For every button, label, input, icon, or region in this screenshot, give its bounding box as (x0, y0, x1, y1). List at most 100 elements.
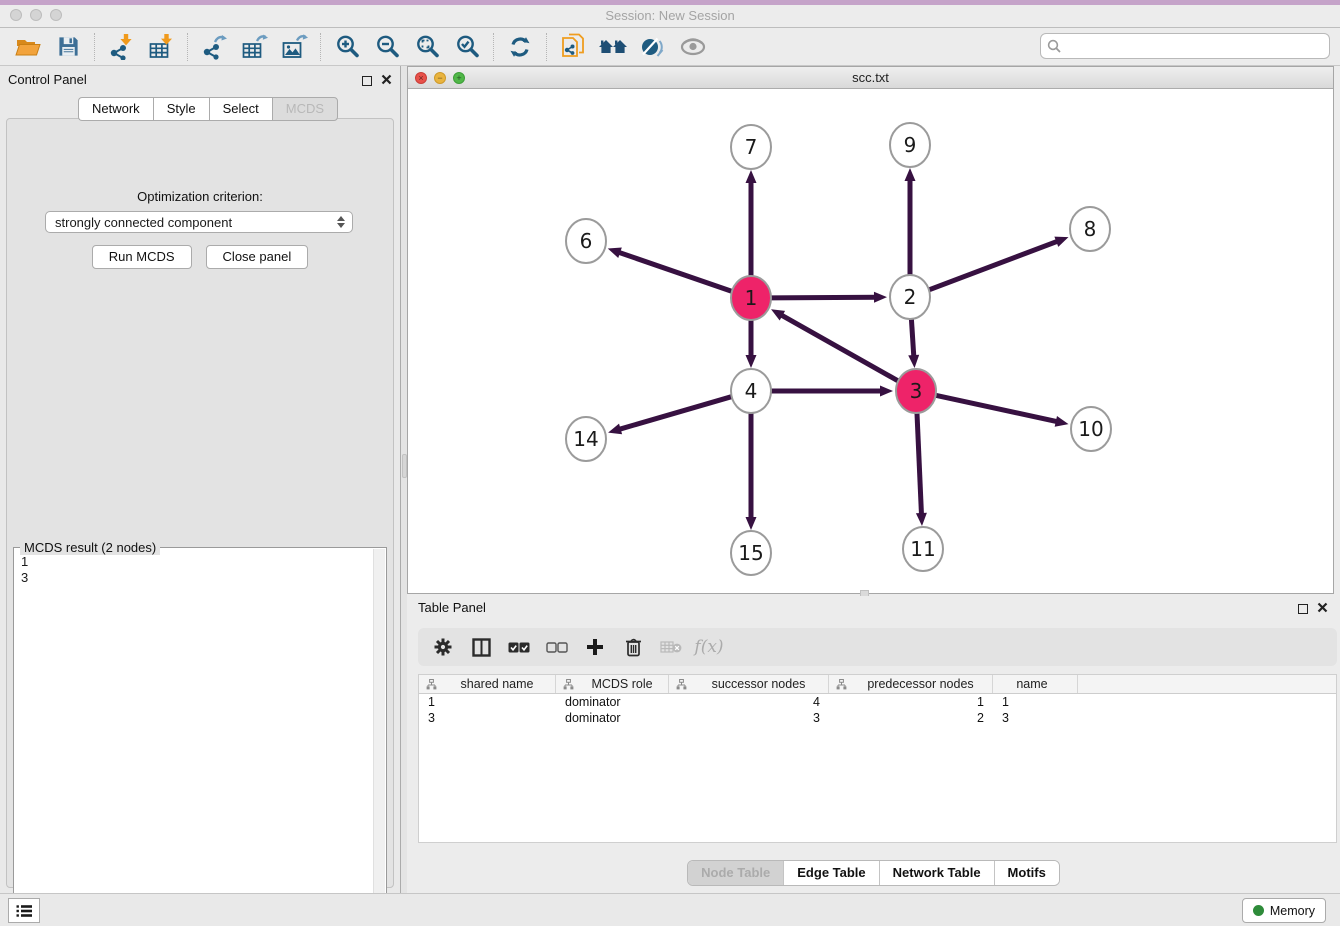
tab-motifs[interactable]: Motifs (994, 861, 1059, 885)
search-icon (1047, 39, 1061, 53)
zoom-fit-button[interactable] (407, 31, 447, 63)
toggle-hide-button[interactable] (633, 31, 673, 63)
network-window-titlebar[interactable]: × − + scc.txt (408, 67, 1333, 89)
export-network-button[interactable] (194, 31, 234, 63)
result-scrollbar[interactable] (373, 549, 385, 925)
task-history-button[interactable] (8, 898, 40, 923)
graph-edge[interactable] (779, 314, 900, 382)
graph-node[interactable]: 1 (731, 276, 771, 320)
zoom-selected-button[interactable] (447, 31, 487, 63)
graph-node[interactable]: 4 (731, 369, 771, 413)
column-header-name[interactable]: name (993, 675, 1078, 693)
column-header-successor-nodes[interactable]: successor nodes (669, 675, 829, 693)
column-header-shared-name[interactable]: shared name (419, 675, 556, 693)
tab-select[interactable]: Select (209, 97, 272, 121)
close-table-panel-icon[interactable] (1317, 600, 1328, 618)
memory-button[interactable]: Memory (1242, 898, 1326, 923)
table-cell[interactable]: 1 (829, 695, 993, 709)
import-network-icon (108, 33, 134, 60)
search-input[interactable] (1065, 39, 1323, 54)
table-cell[interactable]: 4 (669, 695, 829, 709)
open-session-button[interactable] (8, 31, 48, 63)
tab-mcds[interactable]: MCDS (272, 97, 338, 121)
table-cell[interactable]: 3 (419, 711, 556, 725)
graph-edge[interactable] (770, 297, 878, 298)
graph-edge[interactable] (928, 240, 1060, 290)
table-cell[interactable]: 2 (829, 711, 993, 725)
graphics-details-button[interactable] (673, 31, 713, 63)
add-column-button[interactable] (578, 632, 612, 662)
table-cell[interactable]: 1 (993, 695, 1078, 709)
graph-node[interactable]: 3 (896, 369, 936, 413)
mcds-result-group: MCDS result (2 nodes) 1 3 (13, 547, 387, 926)
mcds-result-text[interactable]: 1 3 (16, 554, 372, 924)
zoom-out-icon (375, 34, 400, 59)
tab-network[interactable]: Network (78, 97, 153, 121)
run-mcds-button[interactable]: Run MCDS (92, 245, 192, 269)
table-row[interactable]: 1dominator411 (419, 694, 1336, 710)
import-table-button[interactable] (141, 31, 181, 63)
close-panel-icon[interactable] (381, 72, 392, 90)
graph-node[interactable]: 14 (566, 417, 606, 461)
node-label: 9 (904, 133, 917, 157)
save-session-button[interactable] (48, 31, 88, 63)
new-network-button[interactable] (553, 31, 593, 63)
node-label: 1 (745, 286, 758, 310)
tab-style[interactable]: Style (153, 97, 209, 121)
table-cell[interactable]: dominator (556, 695, 669, 709)
zoom-out-button[interactable] (367, 31, 407, 63)
table-cell[interactable]: 1 (419, 695, 556, 709)
control-panel-title: Control Panel (8, 72, 87, 87)
show-all-button[interactable] (593, 31, 633, 63)
network-canvas[interactable]: 7 9 6 8 1 2 4 3 14 10 15 11 (408, 89, 1333, 593)
search-box[interactable] (1040, 33, 1330, 59)
edge-arrowhead-icon (746, 355, 757, 368)
tab-edge-table[interactable]: Edge Table (783, 861, 878, 885)
graph-node[interactable]: 2 (890, 275, 930, 319)
graph-edge[interactable] (911, 316, 914, 359)
window-title: Session: New Session (0, 8, 1340, 23)
export-image-button[interactable] (274, 31, 314, 63)
edge-arrowhead-icon (608, 424, 622, 435)
node-label: 3 (910, 379, 923, 403)
graph-node[interactable]: 15 (731, 531, 771, 575)
column-header-mcds-role[interactable]: MCDS role (556, 675, 669, 693)
criterion-dropdown[interactable]: strongly connected component (45, 211, 353, 233)
table-options-button[interactable] (426, 632, 460, 662)
graph-node[interactable]: 6 (566, 219, 606, 263)
column-layout-button[interactable] (464, 632, 498, 662)
node-label: 10 (1078, 417, 1103, 441)
memory-label: Memory (1270, 904, 1315, 918)
graph-node[interactable]: 7 (731, 125, 771, 169)
table-row[interactable]: 3dominator323 (419, 710, 1336, 726)
node-table[interactable]: shared nameMCDS rolesuccessor nodesprede… (418, 674, 1337, 843)
import-network-button[interactable] (101, 31, 141, 63)
graph-node[interactable]: 10 (1071, 407, 1111, 451)
zoom-in-button[interactable] (327, 31, 367, 63)
close-panel-button[interactable]: Close panel (206, 245, 309, 269)
vertical-splitter[interactable] (400, 66, 407, 893)
table-cell[interactable]: dominator (556, 711, 669, 725)
function-builder-button[interactable]: f(x) (692, 632, 726, 662)
export-table-button[interactable] (234, 31, 274, 63)
apply-layout-button[interactable] (500, 31, 540, 63)
graph-node[interactable]: 8 (1070, 207, 1110, 251)
tab-network-table[interactable]: Network Table (879, 861, 994, 885)
delete-table-button[interactable] (654, 632, 688, 662)
delete-column-button[interactable] (616, 632, 650, 662)
graph-edge[interactable] (616, 251, 733, 291)
tab-node-table[interactable]: Node Table (688, 861, 783, 885)
table-cell[interactable]: 3 (669, 711, 829, 725)
float-panel-icon[interactable] (362, 76, 372, 86)
deselect-all-button[interactable] (540, 632, 574, 662)
graph-edge[interactable] (917, 410, 922, 517)
table-cell[interactable]: 3 (993, 711, 1078, 725)
graph-node[interactable]: 11 (903, 527, 943, 571)
float-table-panel-icon[interactable] (1298, 604, 1308, 614)
column-header-predecessor-nodes[interactable]: predecessor nodes (829, 675, 993, 693)
select-all-button[interactable] (502, 632, 536, 662)
graph-node[interactable]: 9 (890, 123, 930, 167)
status-bar: Memory (0, 893, 1340, 926)
graph-edge[interactable] (617, 396, 733, 430)
graph-edge[interactable] (935, 395, 1060, 422)
